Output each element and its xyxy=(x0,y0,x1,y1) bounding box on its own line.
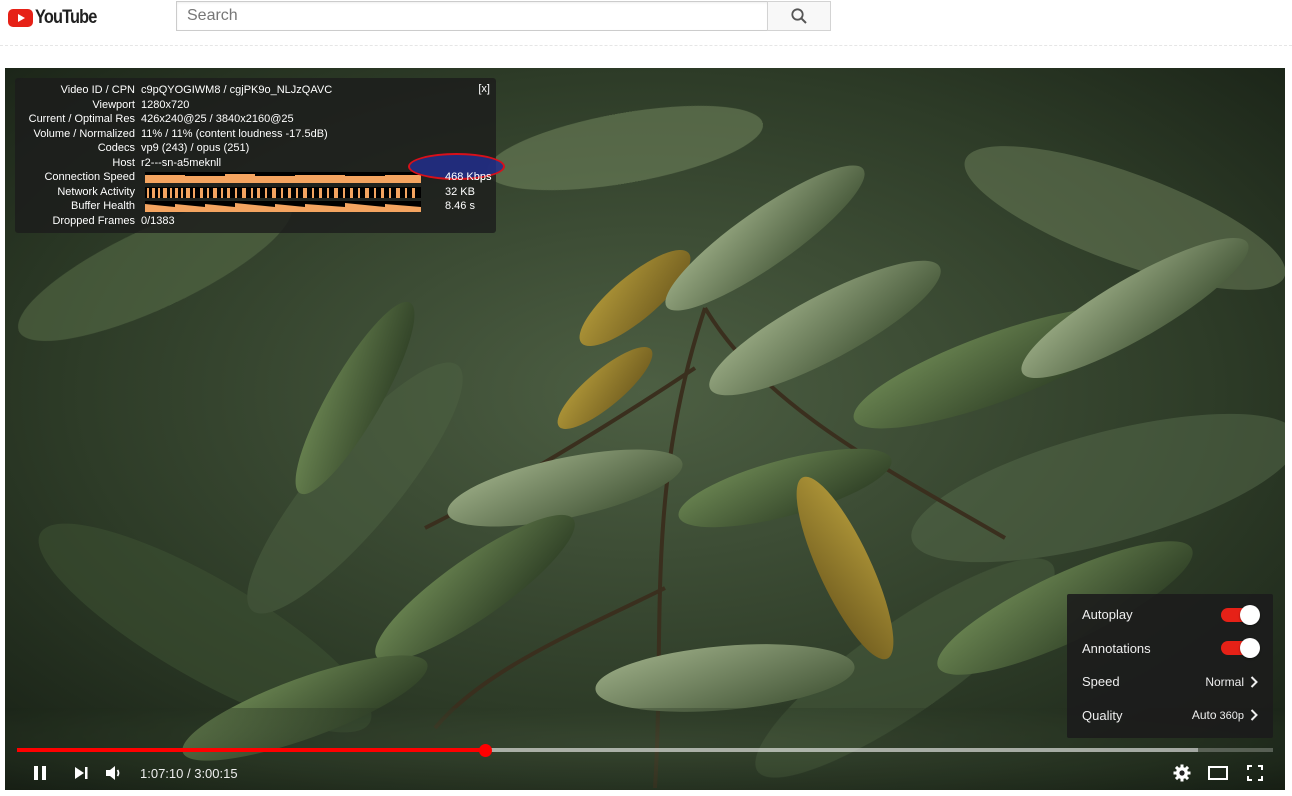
buffer-health-graph xyxy=(145,201,421,212)
quality-resolution: 360p xyxy=(1219,710,1244,723)
settings-menu: Autoplay Annotations Speed Normal Qualit… xyxy=(1067,594,1273,738)
stats-label: Connection Speed xyxy=(44,171,135,183)
menu-item-annotations[interactable]: Annotations xyxy=(1067,632,1273,666)
menu-item-quality[interactable]: Quality Auto 360p xyxy=(1067,699,1273,733)
search-icon xyxy=(791,8,807,24)
stats-value: 426x240@25 / 3840x2160@25 xyxy=(141,113,294,125)
stats-label: Host xyxy=(112,156,135,169)
stats-label: Codecs xyxy=(97,142,135,154)
menu-label: Quality xyxy=(1082,707,1123,723)
network-activity-readout: 32 KB xyxy=(445,185,475,198)
quality-value: Auto 360p xyxy=(1192,708,1244,722)
masthead: YouTube xyxy=(0,0,1292,46)
stats-label: Dropped Frames xyxy=(52,214,135,227)
stats-row-resolution: Current / Optimal Res 426x240@25 / 3840x… xyxy=(15,112,496,127)
annotations-toggle[interactable] xyxy=(1221,638,1260,659)
connection-speed-highlight-readout: 468 Kbps xyxy=(445,171,492,183)
stats-row-dropped-frames: Dropped Frames 0/1383 xyxy=(15,214,496,229)
stats-label: Network Activity xyxy=(57,185,135,198)
stats-label: Viewport xyxy=(92,98,135,111)
logo-text: YouTube xyxy=(35,7,97,28)
stats-label: Current / Optimal Res xyxy=(28,113,135,125)
player-controls: 1:07:10 / 3:00:15 xyxy=(5,756,1285,790)
buffer-health-readout: 8.46 s xyxy=(445,200,475,212)
stats-row-buffer-health: Buffer Health 8.46 s xyxy=(15,199,496,214)
theater-mode-icon xyxy=(1208,766,1228,780)
toggle-knob xyxy=(1240,638,1260,659)
youtube-logo-icon xyxy=(8,9,33,27)
network-activity-graph xyxy=(145,186,421,198)
stats-label: Video ID / CPN xyxy=(60,84,135,96)
youtube-logo[interactable]: YouTube xyxy=(8,7,106,29)
pause-button[interactable] xyxy=(27,760,53,786)
gear-icon xyxy=(1173,764,1191,782)
stats-row-video-id: Video ID / CPN c9pQYOGIWM8 / cgjPK9o_NLJ… xyxy=(15,83,496,98)
volume-button[interactable] xyxy=(101,760,127,786)
volume-icon xyxy=(106,766,120,780)
menu-label: Annotations xyxy=(1082,640,1151,656)
toggle-knob xyxy=(1240,604,1260,625)
stats-row-volume: Volume / Normalized 11% / 11% (content l… xyxy=(15,127,496,142)
stats-value: r2---sn-a5meknll xyxy=(141,156,222,169)
stats-value: 0/1383 xyxy=(141,214,175,227)
next-icon xyxy=(75,767,88,779)
quality-mode: Auto xyxy=(1191,708,1217,723)
chevron-right-icon xyxy=(1250,709,1258,721)
chevron-right-icon xyxy=(1250,676,1258,688)
next-button[interactable] xyxy=(68,760,94,786)
menu-label: Autoplay xyxy=(1082,607,1133,623)
settings-button[interactable] xyxy=(1169,760,1195,786)
pause-icon xyxy=(34,766,46,780)
stats-row-network-activity: Network Activity 32 KB xyxy=(15,185,496,200)
stats-label: Buffer Health xyxy=(70,200,135,212)
menu-item-autoplay[interactable]: Autoplay xyxy=(1067,598,1273,632)
stats-value: c9pQYOGIWM8 / cgjPK9o_NLJzQAVC xyxy=(141,84,333,96)
stats-value: vp9 (243) / opus (251) xyxy=(141,142,250,154)
stats-value: 1280x720 xyxy=(141,98,190,111)
menu-label: Speed xyxy=(1082,674,1120,690)
theater-mode-button[interactable] xyxy=(1205,760,1231,786)
connection-speed-graph xyxy=(145,172,421,183)
speed-value: Normal xyxy=(1205,674,1244,689)
stats-label: Volume / Normalized xyxy=(33,127,136,140)
stats-row-viewport: Viewport 1280x720 xyxy=(15,98,496,113)
menu-item-speed[interactable]: Speed Normal xyxy=(1067,665,1273,699)
progress-scrubber[interactable] xyxy=(478,743,492,757)
search-button[interactable] xyxy=(767,1,831,31)
stats-value: 11% / 11% (content loudness -17.5dB) xyxy=(141,127,328,140)
search-input[interactable] xyxy=(177,2,768,30)
autoplay-toggle[interactable] xyxy=(1221,604,1260,625)
time-display: 1:07:10 / 3:00:15 xyxy=(140,766,238,781)
progress-bar[interactable] xyxy=(17,743,1273,757)
fullscreen-icon xyxy=(1247,765,1263,781)
fullscreen-button[interactable] xyxy=(1242,760,1268,786)
progress-played xyxy=(17,748,486,752)
video-player[interactable]: [x] Video ID / CPN c9pQYOGIWM8 / cgjPK9o… xyxy=(5,68,1285,790)
stats-row-codecs: Codecs vp9 (243) / opus (251) xyxy=(15,141,496,156)
search-box xyxy=(176,1,768,31)
